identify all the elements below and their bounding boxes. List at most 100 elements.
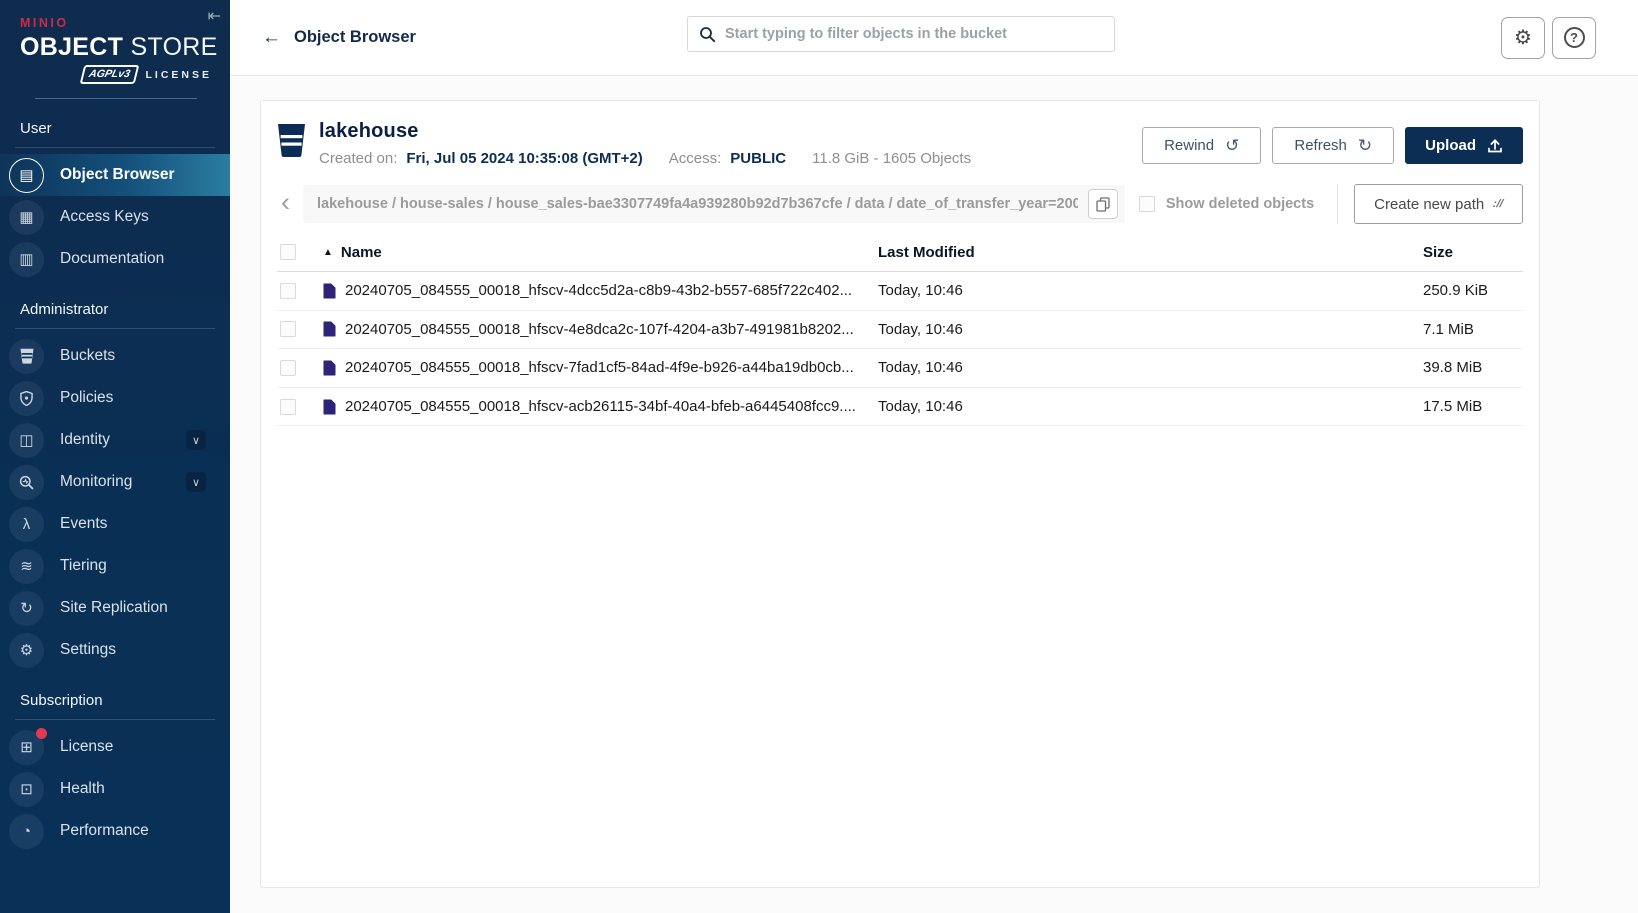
collapse-sidebar-icon[interactable]: ⇤ bbox=[208, 6, 221, 26]
policies-icon bbox=[9, 381, 44, 416]
back-arrow-icon[interactable]: ← bbox=[262, 27, 281, 49]
object-name[interactable]: 20240705_084555_00018_hfscv-4e8dca2c-107… bbox=[345, 321, 854, 338]
sidebar-item-documentation[interactable]: ▥ Documentation bbox=[0, 238, 230, 280]
agpl-badge: AGPLv3 bbox=[79, 65, 139, 84]
object-modified: Today, 10:46 bbox=[878, 359, 1423, 376]
section-title-administrator: Administrator bbox=[0, 280, 230, 328]
product-secondary: STORE bbox=[130, 33, 217, 61]
show-deleted-checkbox[interactable] bbox=[1139, 196, 1155, 212]
sort-asc-icon[interactable]: ▲ bbox=[323, 247, 333, 258]
row-checkbox[interactable] bbox=[280, 360, 296, 376]
col-header-last-modified[interactable]: Last Modified bbox=[878, 244, 1423, 261]
sidebar-item-label: Monitoring bbox=[60, 473, 132, 491]
search-icon bbox=[699, 26, 716, 43]
page-title: Object Browser bbox=[294, 28, 416, 47]
col-header-name[interactable]: Name bbox=[341, 244, 382, 261]
created-value: Fri, Jul 05 2024 10:35:08 (GMT+2) bbox=[406, 150, 642, 167]
rewind-button[interactable]: Rewind ↺ bbox=[1142, 127, 1261, 164]
identity-icon: ◫ bbox=[9, 423, 44, 458]
access-keys-icon: ▦ bbox=[9, 200, 44, 235]
main-area: ← Object Browser ⚙ ? lakehouse Created o… bbox=[230, 0, 1638, 913]
access-value[interactable]: PUBLIC bbox=[730, 150, 786, 167]
sidebar-item-label: Identity bbox=[60, 431, 110, 449]
sidebar-item-tiering[interactable]: ≋ Tiering bbox=[0, 545, 230, 587]
row-checkbox[interactable] bbox=[280, 283, 296, 299]
upload-label: Upload bbox=[1425, 137, 1476, 154]
sidebar-item-events[interactable]: λ Events bbox=[0, 503, 230, 545]
help-button[interactable]: ? bbox=[1552, 17, 1596, 59]
product-primary: OBJECT bbox=[20, 33, 123, 61]
performance-icon: ◔ bbox=[9, 814, 44, 849]
table-row[interactable]: 20240705_084555_00018_hfscv-acb26115-34b… bbox=[277, 388, 1523, 427]
refresh-button[interactable]: Refresh ↻ bbox=[1272, 127, 1394, 164]
sidebar-item-monitoring[interactable]: Monitoring ∨ bbox=[0, 461, 230, 503]
sidebar-item-performance[interactable]: ◔ Performance bbox=[0, 810, 230, 852]
sidebar: ⇤ MINIO OBJECT STORE AGPLv3 LICENSE User… bbox=[0, 0, 230, 913]
sidebar-item-policies[interactable]: Policies bbox=[0, 377, 230, 419]
sidebar-item-label: Settings bbox=[60, 641, 116, 659]
topbar: ← Object Browser ⚙ ? bbox=[230, 0, 1638, 76]
copy-path-button[interactable] bbox=[1088, 189, 1118, 219]
objects-table: ▲ Name Last Modified Size 20240705_08455… bbox=[277, 233, 1523, 426]
path-bar: ‹ lakehouse / house-sales / house_sales-… bbox=[277, 184, 1523, 224]
table-row[interactable]: 20240705_084555_00018_hfscv-4e8dca2c-107… bbox=[277, 311, 1523, 350]
gear-icon: ⚙ bbox=[1514, 25, 1532, 50]
breadcrumb-bar: lakehouse / house-sales / house_sales-ba… bbox=[303, 185, 1125, 223]
section-title-user: User bbox=[0, 99, 230, 147]
create-new-path-button[interactable]: Create new path :// bbox=[1354, 184, 1523, 224]
chevron-down-icon[interactable]: ∨ bbox=[186, 430, 206, 450]
sidebar-item-settings[interactable]: ⚙ Settings bbox=[0, 629, 230, 671]
filter-objects-search[interactable] bbox=[687, 16, 1115, 52]
object-name[interactable]: 20240705_084555_00018_hfscv-acb26115-34b… bbox=[345, 398, 856, 415]
bucket-icon bbox=[277, 123, 306, 158]
search-input[interactable] bbox=[725, 26, 1103, 42]
file-icon bbox=[323, 321, 336, 337]
tiering-icon: ≋ bbox=[9, 549, 44, 584]
refresh-icon: ↻ bbox=[1358, 136, 1372, 156]
show-deleted-toggle[interactable]: Show deleted objects bbox=[1136, 196, 1326, 212]
refresh-label: Refresh bbox=[1294, 137, 1347, 154]
row-checkbox[interactable] bbox=[280, 321, 296, 337]
sidebar-item-access-keys[interactable]: ▦ Access Keys bbox=[0, 196, 230, 238]
sidebar-item-license[interactable]: ⊞ License bbox=[0, 726, 230, 768]
sidebar-item-buckets[interactable]: Buckets bbox=[0, 335, 230, 377]
sidebar-item-identity[interactable]: ◫ Identity ∨ bbox=[0, 419, 230, 461]
section-divider bbox=[15, 147, 215, 148]
sidebar-item-object-browser[interactable]: ▤ Object Browser bbox=[0, 154, 230, 196]
license-icon: ⊞ bbox=[9, 730, 44, 765]
copy-icon bbox=[1096, 197, 1110, 212]
bucket-stats: 11.8 GiB - 1605 Objects bbox=[812, 150, 971, 167]
object-size: 7.1 MiB bbox=[1423, 321, 1523, 338]
sidebar-item-site-replication[interactable]: ↻ Site Replication bbox=[0, 587, 230, 629]
access-label: Access: bbox=[669, 150, 722, 167]
create-path-label: Create new path bbox=[1374, 196, 1484, 213]
sidebar-item-label: Site Replication bbox=[60, 599, 168, 617]
sidebar-item-label: Policies bbox=[60, 389, 113, 407]
object-name[interactable]: 20240705_084555_00018_hfscv-4dcc5d2a-c8b… bbox=[345, 282, 852, 299]
file-icon bbox=[323, 283, 336, 299]
sidebar-item-health[interactable]: ⊡ Health bbox=[0, 768, 230, 810]
row-checkbox[interactable] bbox=[280, 399, 296, 415]
section-divider bbox=[15, 719, 215, 720]
table-row[interactable]: 20240705_084555_00018_hfscv-7fad1cf5-84a… bbox=[277, 349, 1523, 388]
upload-button[interactable]: Upload bbox=[1405, 127, 1523, 164]
created-label: Created on: bbox=[319, 150, 397, 167]
sidebar-item-label: Health bbox=[60, 780, 105, 798]
console-settings-button[interactable]: ⚙ bbox=[1501, 17, 1545, 59]
show-deleted-label: Show deleted objects bbox=[1166, 196, 1314, 212]
table-row[interactable]: 20240705_084555_00018_hfscv-4dcc5d2a-c8b… bbox=[277, 272, 1523, 311]
divider bbox=[1337, 184, 1338, 224]
object-size: 17.5 MiB bbox=[1423, 398, 1523, 415]
page-header[interactable]: ← Object Browser bbox=[262, 27, 416, 49]
help-icon: ? bbox=[1564, 27, 1585, 48]
sidebar-item-label: Object Browser bbox=[60, 166, 175, 184]
select-all-checkbox[interactable] bbox=[280, 244, 296, 260]
brand-text: MINIO bbox=[20, 16, 212, 30]
object-name[interactable]: 20240705_084555_00018_hfscv-7fad1cf5-84a… bbox=[345, 359, 854, 376]
chevron-down-icon[interactable]: ∨ bbox=[186, 472, 206, 492]
breadcrumb[interactable]: lakehouse / house-sales / house_sales-ba… bbox=[317, 196, 1078, 212]
col-header-size[interactable]: Size bbox=[1423, 244, 1523, 261]
rewind-icon: ↺ bbox=[1225, 136, 1239, 156]
sidebar-item-label: License bbox=[60, 738, 113, 756]
path-back-icon[interactable]: ‹ bbox=[277, 192, 292, 216]
